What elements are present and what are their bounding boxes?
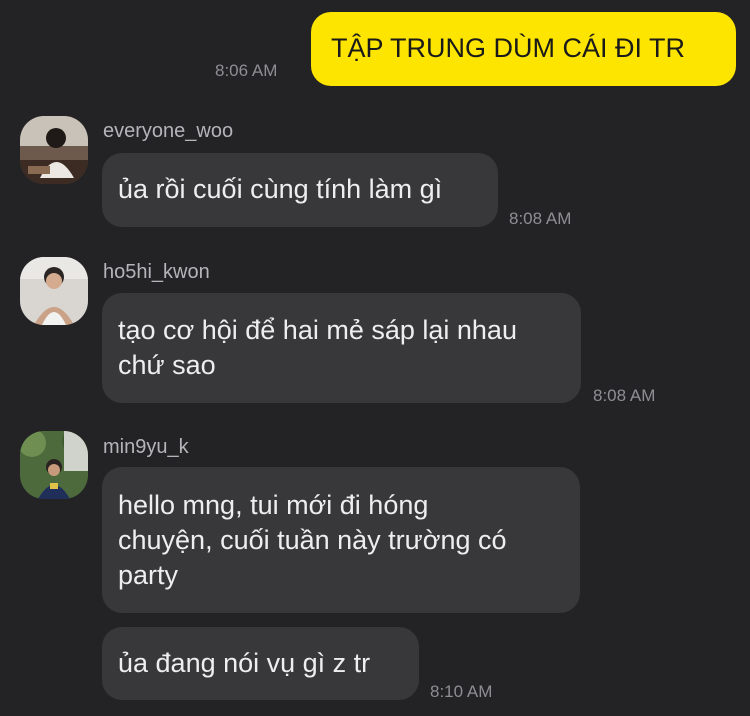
- message-bubble[interactable]: tạo cơ hội để hai mẻ sáp lại nhau chứ sa…: [102, 293, 581, 403]
- avatar[interactable]: [20, 431, 88, 499]
- message-time: 8:10 AM: [430, 682, 493, 701]
- message-bubble[interactable]: ủa rồi cuối cùng tính làm gì: [102, 153, 498, 227]
- message-time: 8:08 AM: [509, 209, 572, 228]
- sender-name: ho5hi_kwon: [103, 261, 210, 283]
- sender-name: everyone_woo: [103, 120, 234, 142]
- message-time: 8:06 AM: [215, 61, 278, 80]
- message-bubble[interactable]: TẬP TRUNG DÙM CÁI ĐI TR: [311, 12, 736, 86]
- message-time: 8:08 AM: [593, 386, 656, 405]
- message-bubble[interactable]: hello mng, tui mới đi hóng chuyện, cuối …: [102, 467, 580, 613]
- avatar[interactable]: [20, 257, 88, 325]
- sender-name: min9yu_k: [103, 436, 189, 458]
- message-bubble[interactable]: ủa đang nói vụ gì z tr: [102, 627, 419, 700]
- avatar[interactable]: [20, 116, 88, 184]
